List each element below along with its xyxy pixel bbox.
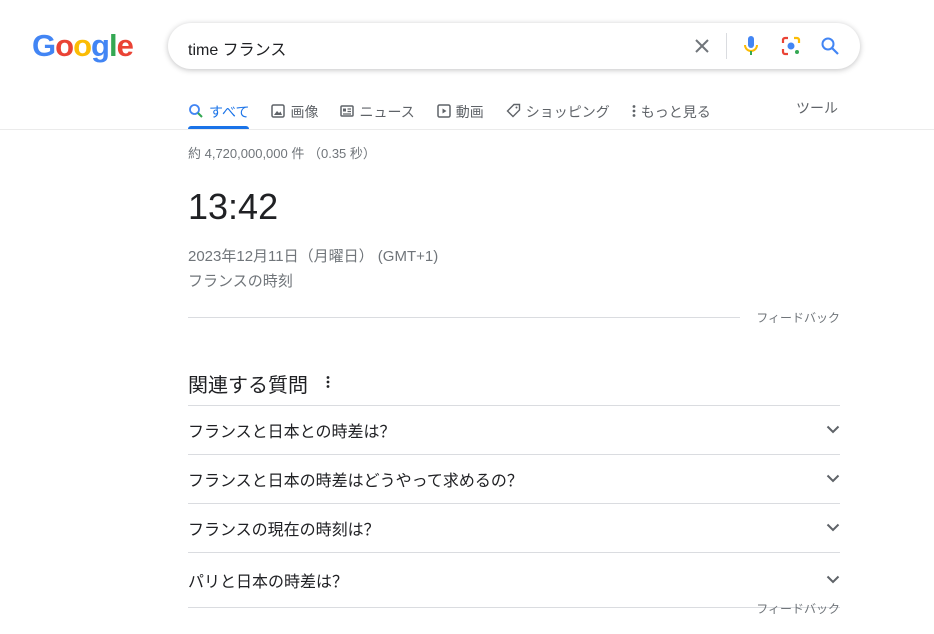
- feedback-row: フィードバック: [188, 309, 840, 325]
- camera-lens-icon[interactable]: [779, 34, 803, 58]
- search-icon: [188, 103, 204, 122]
- tab-news[interactable]: ニュース: [340, 97, 415, 127]
- tag-icon: [506, 103, 521, 121]
- tab-videos[interactable]: 動画: [437, 97, 484, 127]
- question-item[interactable]: フランスと日本の時差はどうやって求めるの？: [188, 454, 840, 503]
- chevron-down-icon: [826, 519, 840, 537]
- header-divider: [0, 129, 934, 130]
- current-date: 2023年12月11日（月曜日） (GMT+1): [188, 248, 439, 265]
- related-questions: フランスと日本との時差は？ フランスと日本の時差はどうやって求めるの？ フランス…: [188, 405, 840, 608]
- search-icon[interactable]: [818, 34, 842, 58]
- search-input[interactable]: time フランス: [188, 36, 286, 60]
- time-location: フランスの時刻: [188, 273, 293, 290]
- more-vert-icon[interactable]: [326, 372, 330, 395]
- tab-all[interactable]: すべて: [188, 97, 250, 129]
- search-box[interactable]: time フランス: [168, 23, 860, 69]
- feedback-row: フィードバック: [188, 600, 840, 616]
- feedback-link[interactable]: フィードバック: [756, 309, 840, 326]
- question-item[interactable]: フランスの現在の時刻は？: [188, 503, 840, 552]
- tab-shopping[interactable]: ショッピング: [506, 97, 610, 127]
- divider: [726, 33, 727, 59]
- chevron-down-icon: [826, 470, 840, 488]
- more-vert-icon: [632, 104, 636, 121]
- tab-images[interactable]: 画像: [271, 97, 318, 127]
- google-logo[interactable]: Google: [32, 28, 134, 64]
- search-tabs: すべて 画像 ニュース 動画 ショッピング もっと見る: [188, 97, 733, 129]
- result-stats: 約 4,720,000,000 件 （0.35 秒）: [188, 146, 376, 161]
- microphone-icon[interactable]: [739, 34, 763, 58]
- video-icon: [437, 103, 451, 121]
- clear-icon[interactable]: [690, 34, 714, 58]
- current-time: 13:42: [188, 186, 279, 227]
- related-questions-header: 関連する質問: [188, 369, 330, 398]
- chevron-down-icon: [826, 571, 840, 589]
- feedback-link[interactable]: フィードバック: [756, 600, 840, 617]
- tab-more[interactable]: もっと見る: [632, 97, 711, 127]
- news-icon: [340, 104, 355, 121]
- question-item[interactable]: フランスと日本との時差は？: [188, 405, 840, 454]
- tools-button[interactable]: ツール: [796, 97, 838, 119]
- image-icon: [271, 103, 286, 121]
- chevron-down-icon: [826, 421, 840, 439]
